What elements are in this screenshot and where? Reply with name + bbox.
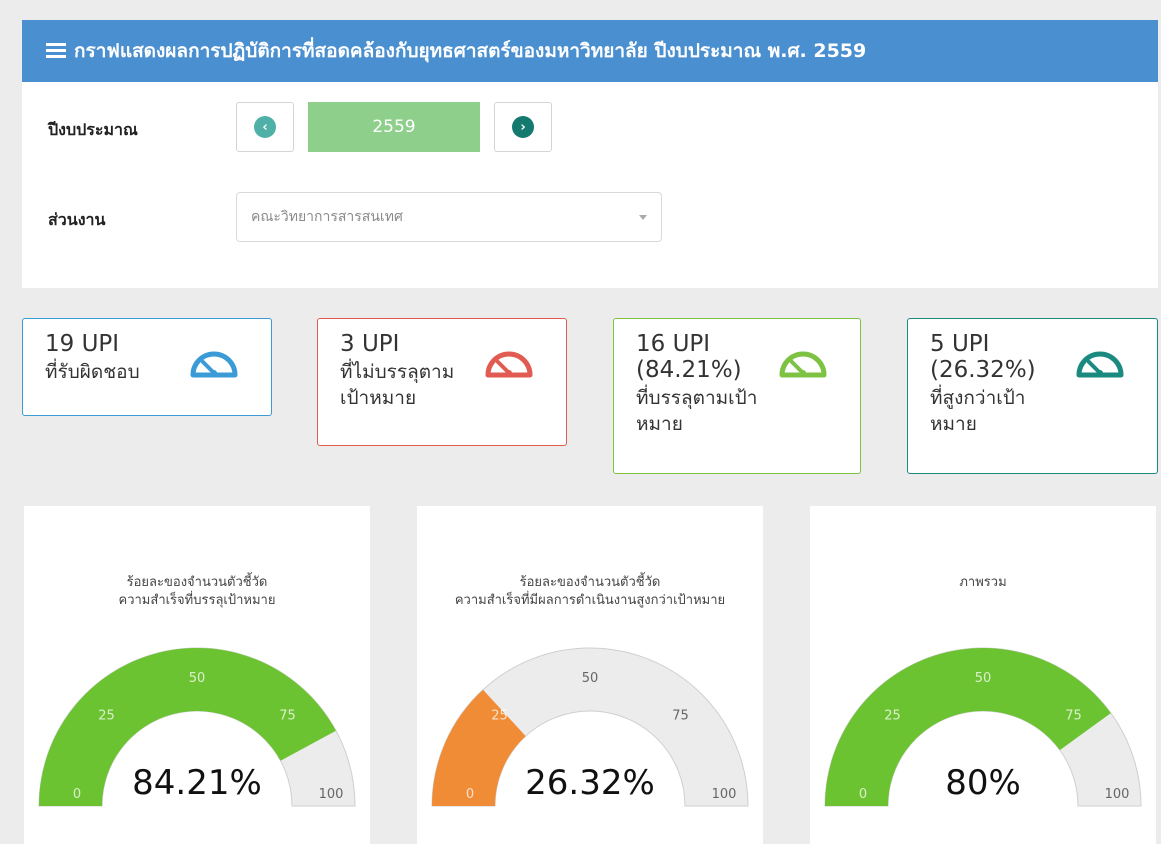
stat-card-met: 16 UPI (84.21%) ที่บรรลุตามเป้า หมาย [613,318,861,474]
gauge-tick-label: 75 [1065,708,1082,723]
stat-card-not-met: 3 UPI ที่ไม่บรรลุตาม เป้าหมาย [317,318,567,446]
chevron-left-circle-icon: ‹ [254,116,276,138]
stat-desc: ที่บรรลุตามเป้า [636,387,758,409]
panel-header: กราฟแสดงผลการปฏิบัติการที่สอดคล้องกับยุท… [22,20,1158,82]
gauge-value-label: 80% [945,763,1021,803]
gauge-chart: 0 25 50 75 100 26.32% [431,647,749,807]
gauge-tick-label: 50 [975,671,992,686]
gauge-tick-label: 75 [279,708,296,723]
gauge-tick-label: 50 [189,671,206,686]
gauge-tick-label: 25 [884,708,901,723]
gauge-tick-label: 25 [491,708,508,723]
unit-select-value: คณะวิทยาการสารสนเทศ [251,209,403,225]
gauge-tick-label: 25 [98,708,115,723]
stat-desc: ที่สูงกว่าเป้า [930,387,1026,409]
filter-panel: กราฟแสดงผลการปฏิบัติการที่สอดคล้องกับยุท… [22,20,1158,288]
gauge-icon [1076,351,1124,378]
year-label: ปีงบประมาณ [48,120,138,139]
gauge-card-achieved: 0 25 50 75 100 84.21% ร้อยละของจำนวนตัวชี้วัด… [24,506,370,844]
gauge-tick-label: 0 [73,787,81,802]
gauge-value-label: 84.21% [132,763,262,803]
stat-desc-line2: เป้าหมาย [340,387,417,409]
gauge-title-line1: ภาพรวม [959,575,1007,590]
list-icon [46,43,66,59]
next-year-button[interactable]: › [494,102,552,152]
gauge-tick-label: 50 [582,671,599,686]
gauge-tick-label: 100 [319,787,344,802]
gauge-title-line2: ความสำเร็จที่บรรลุเป้าหมาย [118,593,276,608]
year-value: 2559 [308,102,480,152]
gauge-icon [779,351,827,378]
gauge-icon [190,351,238,378]
gauge-title: ภาพรวม [810,574,1156,592]
gauge-icon [485,351,533,378]
gauge-tick-label: 100 [1105,787,1130,802]
stat-desc-line2: หมาย [930,413,977,435]
unit-select[interactable]: คณะวิทยาการสารสนเทศ [236,192,662,242]
page-title: กราฟแสดงผลการปฏิบัติการที่สอดคล้องกับยุท… [74,40,867,62]
gauge-tick-label: 0 [466,787,474,802]
gauge-tick-label: 75 [672,708,689,723]
stat-card-above-target: 5 UPI (26.32%) ที่สูงกว่าเป้า หมาย [907,318,1158,474]
stat-card-responsible: 19 UPI ที่รับผิดชอบ [22,318,272,416]
stat-desc-line2: หมาย [636,413,683,435]
gauge-chart: 0 25 50 75 100 84.21% [38,647,356,807]
gauge-value-label: 26.32% [525,763,655,803]
gauge-title-line2: ความสำเร็จที่มีผลการดำเนินงานสูงกว่าเป้า… [454,593,726,608]
gauge-tick-label: 0 [859,787,867,802]
gauge-card-overall: 0 25 50 75 100 80% ภาพรวม [810,506,1156,844]
unit-label: ส่วนงาน [48,210,106,229]
gauge-tick-label: 100 [712,787,737,802]
gauge-title: ร้อยละของจำนวนตัวชี้วัด ความสำเร็จที่บรร… [24,574,370,610]
gauge-title-line1: ร้อยละของจำนวนตัวชี้วัด [519,575,661,590]
gauge-title-line1: ร้อยละของจำนวนตัวชี้วัด [126,575,268,590]
gauge-card-above-target: 0 25 50 75 100 26.32% ร้อยละของจำนวนตัวชี้วัด… [417,506,763,844]
gauge-chart: 0 25 50 75 100 80% [824,647,1142,807]
prev-year-button[interactable]: ‹ [236,102,294,152]
chevron-right-circle-icon: › [512,116,534,138]
gauge-title: ร้อยละของจำนวนตัวชี้วัด ความสำเร็จที่มีผ… [417,574,763,610]
chevron-down-icon [639,215,647,220]
